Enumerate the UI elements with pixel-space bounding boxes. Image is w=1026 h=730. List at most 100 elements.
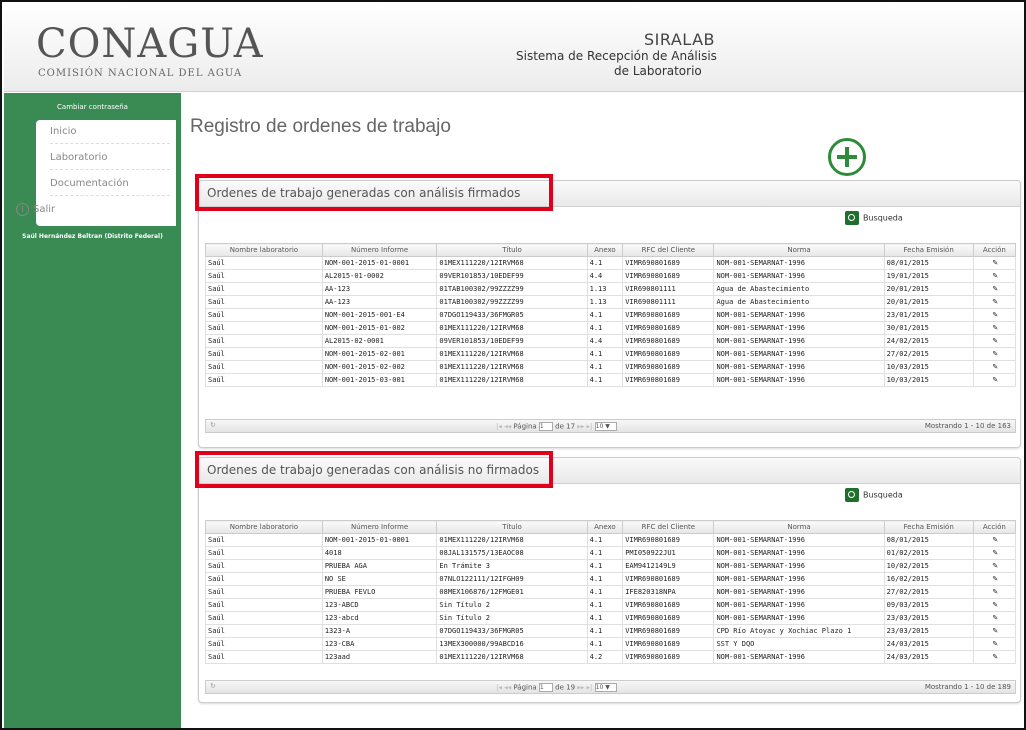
edit-icon[interactable]: ✎ [972, 559, 1017, 573]
refresh-icon[interactable]: ↻ [210, 682, 216, 690]
edit-icon[interactable]: ✎ [972, 295, 1017, 309]
pager: ↻ |◂ ◂◂ Página 1 de 17 ▸▸ ▸| 10 ▼ Mostra… [205, 419, 1016, 433]
edit-icon[interactable]: ✎ [972, 282, 1017, 296]
last-page-icon[interactable]: ▸| [587, 684, 593, 692]
cell-date: 24/03/2015 [883, 650, 974, 664]
power-icon: I [16, 202, 29, 216]
prev-page-icon[interactable]: ◂◂ [504, 684, 511, 692]
cell-date: 16/02/2015 [883, 572, 974, 586]
page-size-select[interactable]: 10 ▼ [594, 422, 617, 431]
cell-rfc: VIMR690801689 [622, 611, 715, 625]
prev-page-icon[interactable]: ◂◂ [504, 423, 511, 431]
edit-icon[interactable]: ✎ [972, 598, 1017, 612]
edit-icon[interactable]: ✎ [972, 308, 1017, 322]
column-header[interactable]: Título [436, 243, 588, 257]
edit-icon[interactable]: ✎ [972, 585, 1017, 599]
column-header[interactable]: Número Informe [321, 243, 438, 257]
cell-lab: Saúl [205, 611, 323, 625]
sidebar-item-laboratorio[interactable]: Laboratorio [50, 146, 170, 170]
cell-date: 30/01/2015 [883, 321, 974, 335]
cell-norm: NOM-001-SEMARNAT-1996 [713, 256, 885, 270]
browser-frame: CONAGUA COMISIÓN NACIONAL DEL AGUA SIRAL… [0, 0, 1026, 730]
refresh-icon[interactable]: ↻ [210, 421, 216, 429]
edit-icon[interactable]: ✎ [972, 321, 1017, 335]
edit-icon[interactable]: ✎ [972, 611, 1017, 625]
column-header[interactable]: RFC del Cliente [622, 243, 715, 257]
next-page-icon[interactable]: ▸▸ [577, 423, 584, 431]
cell-norm: SST Y DQO [713, 637, 885, 651]
cell-rfc: PMI050922JU1 [622, 546, 715, 560]
cell-norm: NOM-001-SEMARNAT-1996 [713, 611, 885, 625]
sidebar-item-inicio[interactable]: Inicio [50, 120, 170, 144]
cell-report: AA-123 [321, 295, 438, 309]
edit-icon[interactable]: ✎ [972, 546, 1017, 560]
change-password-link[interactable]: Cambiar contraseña [4, 103, 181, 111]
next-page-icon[interactable]: ▸▸ [577, 684, 584, 692]
cell-report: AL2015-02-0001 [321, 334, 438, 348]
edit-icon[interactable]: ✎ [972, 373, 1017, 387]
column-header[interactable]: Acción [972, 243, 1017, 257]
sidebar-item-documentacion[interactable]: Documentación [50, 172, 170, 196]
edit-icon[interactable]: ✎ [972, 256, 1017, 270]
cell-report: 123-CBA [321, 637, 438, 651]
cell-title: 09VER101853/10EDEF99 [436, 269, 588, 283]
column-header[interactable]: Norma [713, 243, 885, 257]
app-title: SIRALAB [644, 30, 715, 49]
edit-icon[interactable]: ✎ [972, 650, 1017, 664]
column-header[interactable]: Título [436, 520, 588, 534]
column-header[interactable]: Anexo [586, 243, 624, 257]
cell-lab: Saúl [205, 256, 323, 270]
sidebar-item-salir-row[interactable]: I Salir [8, 198, 168, 222]
cell-title: 09VER101853/10EDEF99 [436, 334, 588, 348]
cell-annex: 4.1 [586, 546, 624, 560]
column-header[interactable]: Fecha Emisión [883, 243, 974, 257]
cell-rfc: VIMR690801689 [622, 572, 715, 586]
cell-title: 08MEX106876/12FMGE01 [436, 585, 588, 599]
cell-date: 24/03/2015 [883, 637, 974, 651]
column-header[interactable]: Norma [713, 520, 885, 534]
table-row: Saúl 4018 08JAL131575/13EAOC08 4.1 PMI050922… [205, 546, 1017, 560]
page-input[interactable]: 1 [538, 683, 553, 692]
edit-icon[interactable]: ✎ [972, 360, 1017, 374]
cell-lab: Saúl [205, 572, 323, 586]
edit-icon[interactable]: ✎ [972, 269, 1017, 283]
cell-title: Sin Título 2 [436, 598, 588, 612]
add-order-button[interactable] [828, 138, 866, 176]
cell-lab: Saúl [205, 559, 323, 573]
edit-icon[interactable]: ✎ [972, 347, 1017, 361]
page-size-select[interactable]: 10 ▼ [594, 683, 617, 692]
table-row: Saúl 123aad 01MEX111220/12IRVM68 4.2 VIMR690… [205, 650, 1017, 664]
table-row: Saúl NOM-001-2015-01-0001 01MEX111220/12IR… [205, 533, 1017, 547]
cell-norm: NOM-001-SEMARNAT-1996 [713, 559, 885, 573]
search-button[interactable]: Busqueda [845, 211, 903, 225]
first-page-icon[interactable]: |◂ [496, 423, 502, 431]
conagua-logo: CONAGUA [36, 21, 264, 67]
column-header[interactable]: RFC del Cliente [622, 520, 715, 534]
column-header[interactable]: Fecha Emisión [883, 520, 974, 534]
column-header[interactable]: Número Informe [321, 520, 438, 534]
cell-rfc: VIMR690801689 [622, 373, 715, 387]
column-header[interactable]: Nombre laboratorio [205, 243, 323, 257]
cell-norm: NOM-001-SEMARNAT-1996 [713, 373, 885, 387]
search-button[interactable]: Busqueda [845, 488, 903, 502]
column-header[interactable]: Acción [972, 520, 1017, 534]
first-page-icon[interactable]: |◂ [496, 684, 502, 692]
cell-lab: Saúl [205, 585, 323, 599]
edit-icon[interactable]: ✎ [972, 334, 1017, 348]
edit-icon[interactable]: ✎ [972, 637, 1017, 651]
cell-report: 1323-A [321, 624, 438, 638]
edit-icon[interactable]: ✎ [972, 624, 1017, 638]
column-header[interactable]: Anexo [586, 520, 624, 534]
column-header[interactable]: Nombre laboratorio [205, 520, 323, 534]
edit-icon[interactable]: ✎ [972, 572, 1017, 586]
cell-lab: Saúl [205, 269, 323, 283]
cell-title: 01MEX111220/12IRVM68 [436, 321, 588, 335]
cell-title: 01MEX111220/12IRVM68 [436, 650, 588, 664]
edit-icon[interactable]: ✎ [972, 533, 1017, 547]
page-input[interactable]: 1 [538, 422, 553, 431]
last-page-icon[interactable]: ▸| [587, 423, 593, 431]
cell-date: 08/01/2015 [883, 533, 974, 547]
table-header-row: Nombre laboratorio Número Informe Título… [205, 243, 1017, 257]
table-row: Saúl NO SE 07NLO122111/12IFGH09 4.1 VIMR6908… [205, 572, 1017, 586]
cell-title: 01MEX111220/12IRVM68 [436, 347, 588, 361]
